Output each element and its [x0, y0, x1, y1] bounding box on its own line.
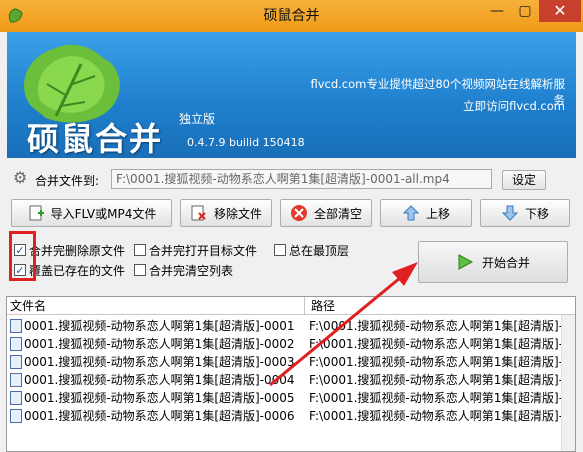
row-path-cell: F:\0001.搜狐视频-动物系恋人啊第1集[超清版]- [309, 409, 564, 423]
row-name-text: 0001.搜狐视频-动物系恋人啊第1集[超清版]-0005 [24, 391, 295, 405]
row-name-cell: 0001.搜狐视频-动物系恋人啊第1集[超清版]-0004 [7, 371, 305, 389]
play-icon [456, 253, 474, 271]
row-name-text: 0001.搜狐视频-动物系恋人啊第1集[超清版]-0004 [24, 373, 295, 387]
visit-link[interactable]: 立即访问flvcd.com [427, 98, 565, 114]
edition-label: 独立版 [179, 112, 216, 126]
remove-file-icon [190, 204, 208, 222]
table-row[interactable]: 0001.搜狐视频-动物系恋人啊第1集[超清版]-0002 F:\0001.搜狐视… [7, 335, 575, 353]
import-button[interactable]: 导入FLV或MP4文件 [11, 199, 172, 227]
checkbox-unchecked[interactable] [134, 264, 146, 276]
clear-all-button[interactable]: 全部清空 [280, 199, 372, 227]
move-down-label: 下移 [524, 206, 549, 221]
open-target-label: 合并完打开目标文件 [149, 243, 258, 258]
table-row[interactable]: 0001.搜狐视频-动物系恋人啊第1集[超清版]-0001 F:\0001.搜狐视… [7, 317, 575, 335]
table-row[interactable]: 0001.搜狐视频-动物系恋人啊第1集[超清版]-0005 F:\0001.搜狐视… [7, 389, 575, 407]
vertical-scrollbar[interactable] [561, 315, 575, 451]
output-label: 合并文件到: [35, 174, 100, 188]
start-merge-button[interactable]: 开始合并 [418, 241, 568, 283]
row-name-text: 0001.搜狐视频-动物系恋人啊第1集[超清版]-0002 [24, 337, 295, 351]
row-name-text: 0001.搜狐视频-动物系恋人啊第1集[超清版]-0006 [24, 409, 295, 423]
file-icon [10, 373, 22, 387]
move-down-button[interactable]: 下移 [480, 199, 570, 227]
start-merge-label: 开始合并 [481, 255, 530, 270]
file-list[interactable]: 文件名 路径 0001.搜狐视频-动物系恋人啊第1集[超清版]-0001 F:\0… [6, 296, 576, 452]
checkbox-unchecked[interactable] [134, 244, 146, 256]
row-name-text: 0001.搜狐视频-动物系恋人啊第1集[超清版]-0003 [24, 355, 295, 369]
row-path-cell: F:\0001.搜狐视频-动物系恋人啊第1集[超清版]- [309, 355, 564, 369]
column-header-name[interactable]: 文件名 [7, 297, 305, 315]
always-top-checkbox[interactable]: 总在最顶层 [274, 242, 349, 258]
table-row[interactable]: 0001.搜狐视频-动物系恋人啊第1集[超清版]-0006 F:\0001.搜狐视… [7, 407, 575, 425]
checkbox-unchecked[interactable] [274, 244, 286, 256]
banner: 硕鼠合并 独立版 0.4.7.9 builid 150418 flvcd.com… [7, 32, 576, 158]
table-row[interactable]: 0001.搜狐视频-动物系恋人啊第1集[超清版]-0003 F:\0001.搜狐视… [7, 353, 575, 371]
row-path-cell: F:\0001.搜狐视频-动物系恋人啊第1集[超清版]- [309, 337, 564, 351]
row-name-cell: 0001.搜狐视频-动物系恋人啊第1集[超清版]-0006 [7, 407, 305, 425]
remove-label: 移除文件 [213, 206, 262, 221]
row-path-cell: F:\0001.搜狐视频-动物系恋人啊第1集[超清版]- [309, 319, 564, 333]
overwrite-label: 覆盖已存在的文件 [29, 263, 126, 278]
row-name-cell: 0001.搜狐视频-动物系恋人啊第1集[超清版]-0005 [7, 389, 305, 407]
import-label: 导入FLV或MP4文件 [50, 206, 157, 221]
gear-icon: ⚙ [13, 168, 28, 187]
row-path-cell: F:\0001.搜狐视频-动物系恋人啊第1集[超清版]- [309, 391, 564, 405]
output-path-input[interactable]: F:\0001.搜狐视频-动物系恋人啊第1集[超清版]-0001-all.mp4 [111, 169, 492, 189]
move-up-label: 上移 [425, 206, 450, 221]
clear-list-label: 合并完清空列表 [149, 263, 234, 278]
settings-button[interactable]: 设定 [502, 170, 546, 190]
open-target-checkbox[interactable]: 合并完打开目标文件 [134, 242, 257, 258]
table-row[interactable]: 0001.搜狐视频-动物系恋人啊第1集[超清版]-0004 F:\0001.搜狐视… [7, 371, 575, 389]
delete-source-label: 合并完删除原文件 [29, 243, 126, 258]
brand-title: 硕鼠合并 [27, 120, 164, 158]
row-name-cell: 0001.搜狐视频-动物系恋人啊第1集[超清版]-0001 [7, 317, 305, 335]
file-icon [10, 409, 22, 423]
column-header-path[interactable]: 路径 [305, 297, 575, 315]
close-button[interactable]: ✕ [539, 0, 581, 22]
row-name-cell: 0001.搜狐视频-动物系恋人啊第1集[超清版]-0002 [7, 335, 305, 353]
clear-list-checkbox[interactable]: 合并完清空列表 [134, 262, 233, 278]
arrow-up-icon [402, 204, 420, 222]
clear-x-icon [290, 204, 308, 222]
clear-all-label: 全部清空 [313, 206, 362, 221]
maximize-button[interactable]: ▢ [511, 0, 539, 22]
file-icon [10, 391, 22, 405]
file-icon [10, 337, 22, 351]
add-file-icon [27, 204, 45, 222]
row-name-text: 0001.搜狐视频-动物系恋人啊第1集[超清版]-0001 [24, 319, 295, 333]
row-name-cell: 0001.搜狐视频-动物系恋人啊第1集[超清版]-0003 [7, 353, 305, 371]
always-top-label: 总在最顶层 [289, 243, 350, 258]
remove-button[interactable]: 移除文件 [180, 199, 272, 227]
file-icon [10, 319, 22, 333]
version-label: 0.4.7.9 builid 150418 [187, 136, 305, 149]
row-path-cell: F:\0001.搜狐视频-动物系恋人啊第1集[超清版]- [309, 373, 564, 387]
file-icon [10, 355, 22, 369]
annotation-highlight-box [9, 231, 36, 281]
arrow-down-icon [501, 204, 519, 222]
minimize-button[interactable]: — [483, 0, 511, 22]
move-up-button[interactable]: 上移 [380, 199, 472, 227]
